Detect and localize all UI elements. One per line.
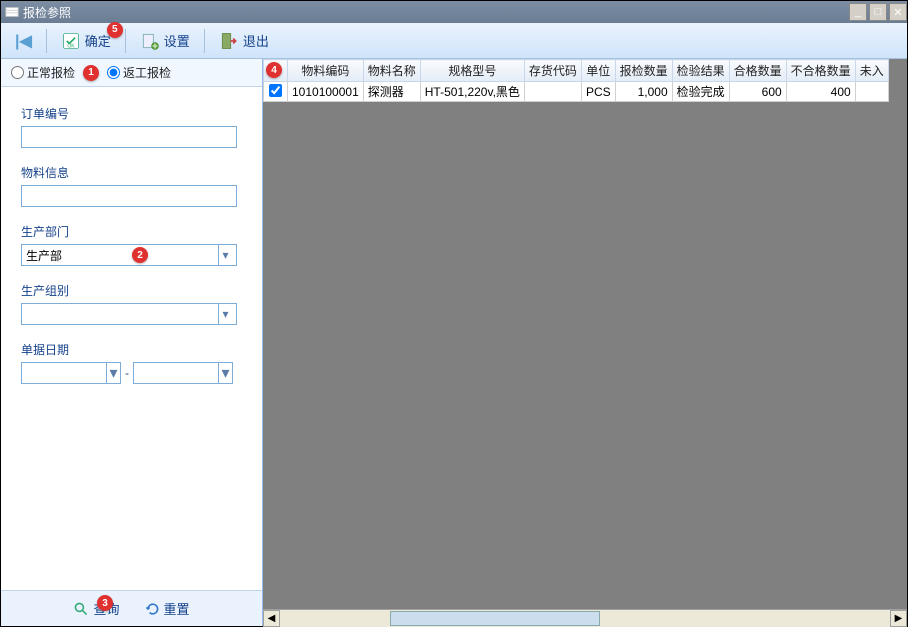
cell-spec: HT-501,220v,黑色 xyxy=(420,82,524,102)
col-more[interactable]: 未入 xyxy=(855,60,888,82)
col-ok[interactable]: 合格数量 xyxy=(729,60,786,82)
order-no-label: 订单编号 xyxy=(21,105,242,122)
field-dept: 生产部门 生产部 2 ▾ xyxy=(21,223,242,266)
prev-icon: |◀ xyxy=(15,31,32,51)
settings-button[interactable]: 设置 xyxy=(134,28,196,54)
divider xyxy=(46,29,47,53)
window-title: 报检参照 xyxy=(23,4,71,21)
col-stockcode[interactable]: 存货代码 xyxy=(524,60,581,82)
scroll-right-button[interactable]: ▶ xyxy=(890,610,907,627)
table-row[interactable]: 1010100001 探测器 HT-501,220v,黑色 PCS 1,000 … xyxy=(264,82,889,102)
titlebar: 报检参照 _ □ ✕ xyxy=(1,1,907,23)
minimize-button[interactable]: _ xyxy=(849,3,867,21)
order-no-input[interactable] xyxy=(21,126,237,148)
cell-unit: PCS xyxy=(581,82,615,102)
divider xyxy=(204,29,205,53)
cell-code: 1010100001 xyxy=(288,82,364,102)
row-checkbox[interactable] xyxy=(269,84,282,97)
cell-stockcode xyxy=(524,82,581,102)
dept-select[interactable]: 生产部 2 ▾ xyxy=(21,244,237,266)
window-controls: _ □ ✕ xyxy=(847,3,907,21)
marker-4: 4 xyxy=(266,62,282,78)
cell-result: 检验完成 xyxy=(672,82,729,102)
date-from-input[interactable]: ▾ xyxy=(21,362,121,384)
inspection-type-row: 正常报检 1 返工报检 xyxy=(1,59,262,87)
undo-icon xyxy=(144,601,160,617)
radio-normal-input[interactable] xyxy=(11,66,24,79)
prev-button[interactable]: |◀ xyxy=(9,28,38,54)
field-date: 单据日期 ▾ - ▾ xyxy=(21,341,242,384)
col-qty[interactable]: 报检数量 xyxy=(615,60,672,82)
material-label: 物料信息 xyxy=(21,164,242,181)
date-label: 单据日期 xyxy=(21,341,242,358)
reset-label: 重置 xyxy=(164,599,190,618)
window-root: 报检参照 _ □ ✕ |◀ OK 确定 5 设置 退出 xyxy=(0,0,908,627)
group-select[interactable]: ▾ xyxy=(21,303,237,325)
date-separator: - xyxy=(125,366,129,380)
grid-header-row: 4 物料编码 物料名称 规格型号 存货代码 单位 报检数量 检验结果 合格数量 … xyxy=(264,60,889,82)
marker-3: 3 xyxy=(97,595,113,611)
radio-normal[interactable]: 正常报检 xyxy=(11,64,75,81)
col-unit[interactable]: 单位 xyxy=(581,60,615,82)
h-scrollbar[interactable]: ◀ ▶ xyxy=(263,609,907,626)
field-order-no: 订单编号 xyxy=(21,105,242,148)
exit-button[interactable]: 退出 xyxy=(213,28,275,54)
maximize-button[interactable]: □ xyxy=(869,3,887,21)
radio-rework-label: 返工报检 xyxy=(123,64,171,81)
reset-button[interactable]: 重置 xyxy=(144,599,190,618)
search-icon xyxy=(73,601,89,617)
sidebar-actions: 查询 3 重置 xyxy=(1,590,262,626)
col-result[interactable]: 检验结果 xyxy=(672,60,729,82)
ok-icon: OK xyxy=(61,31,81,51)
grid-panel: 4 物料编码 物料名称 规格型号 存货代码 单位 报检数量 检验结果 合格数量 … xyxy=(263,59,907,626)
radio-rework-input[interactable] xyxy=(107,66,120,79)
material-input[interactable] xyxy=(21,185,237,207)
sidebar: 正常报检 1 返工报检 订单编号 物料信息 生产部门 xyxy=(1,59,263,626)
chevron-down-icon: ▾ xyxy=(218,245,232,265)
cell-qty: 1,000 xyxy=(615,82,672,102)
dept-label: 生产部门 xyxy=(21,223,242,240)
dept-value: 生产部 xyxy=(26,247,62,264)
filter-form: 订单编号 物料信息 生产部门 生产部 2 ▾ 生产组别 xyxy=(1,87,262,590)
cell-name: 探测器 xyxy=(363,82,420,102)
col-spec[interactable]: 规格型号 xyxy=(420,60,524,82)
data-grid: 4 物料编码 物料名称 规格型号 存货代码 单位 报检数量 检验结果 合格数量 … xyxy=(263,59,889,102)
field-material: 物料信息 xyxy=(21,164,242,207)
date-to-input[interactable]: ▾ xyxy=(133,362,233,384)
radio-rework[interactable]: 返工报检 xyxy=(107,64,171,81)
radio-normal-label: 正常报检 xyxy=(27,64,75,81)
marker-5: 5 xyxy=(107,22,123,38)
svg-text:OK: OK xyxy=(67,43,75,49)
exit-label: 退出 xyxy=(243,31,269,50)
cell-more xyxy=(855,82,888,102)
confirm-label: 确定 xyxy=(85,31,111,50)
scroll-left-button[interactable]: ◀ xyxy=(263,610,280,627)
col-name[interactable]: 物料名称 xyxy=(363,60,420,82)
scroll-thumb[interactable] xyxy=(390,611,600,626)
settings-icon xyxy=(140,31,160,51)
chevron-down-icon: ▾ xyxy=(106,363,120,383)
grid-wrap: 4 物料编码 物料名称 规格型号 存货代码 单位 报检数量 检验结果 合格数量 … xyxy=(263,59,907,609)
scroll-track[interactable] xyxy=(280,610,890,627)
confirm-button[interactable]: OK 确定 5 xyxy=(55,28,117,54)
field-group: 生产组别 ▾ xyxy=(21,282,242,325)
chevron-down-icon: ▾ xyxy=(218,304,232,324)
cell-ok: 600 xyxy=(729,82,786,102)
content: 正常报检 1 返工报检 订单编号 物料信息 生产部门 xyxy=(1,59,907,626)
divider xyxy=(125,29,126,53)
col-code[interactable]: 物料编码 xyxy=(288,60,364,82)
chevron-down-icon: ▾ xyxy=(218,363,232,383)
marker-1: 1 xyxy=(83,65,99,81)
app-icon xyxy=(5,5,19,19)
marker-2: 2 xyxy=(132,247,148,263)
settings-label: 设置 xyxy=(164,31,190,50)
group-label: 生产组别 xyxy=(21,282,242,299)
close-button[interactable]: ✕ xyxy=(889,3,907,21)
col-ng[interactable]: 不合格数量 xyxy=(786,60,855,82)
toolbar: |◀ OK 确定 5 设置 退出 xyxy=(1,23,907,59)
cell-ng: 400 xyxy=(786,82,855,102)
exit-icon xyxy=(219,31,239,51)
checkbox-header[interactable]: 4 xyxy=(264,60,288,82)
